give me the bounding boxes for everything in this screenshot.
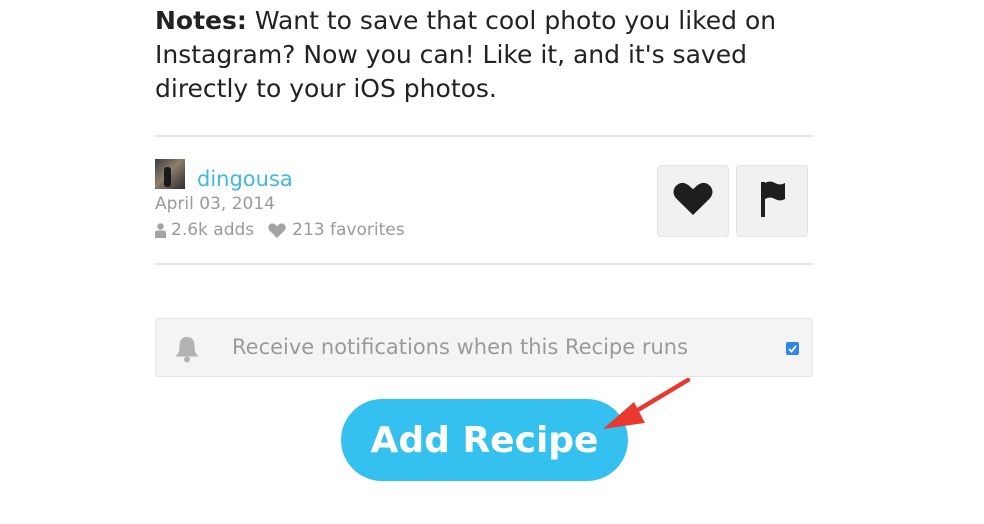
annotation-arrow xyxy=(603,377,691,429)
